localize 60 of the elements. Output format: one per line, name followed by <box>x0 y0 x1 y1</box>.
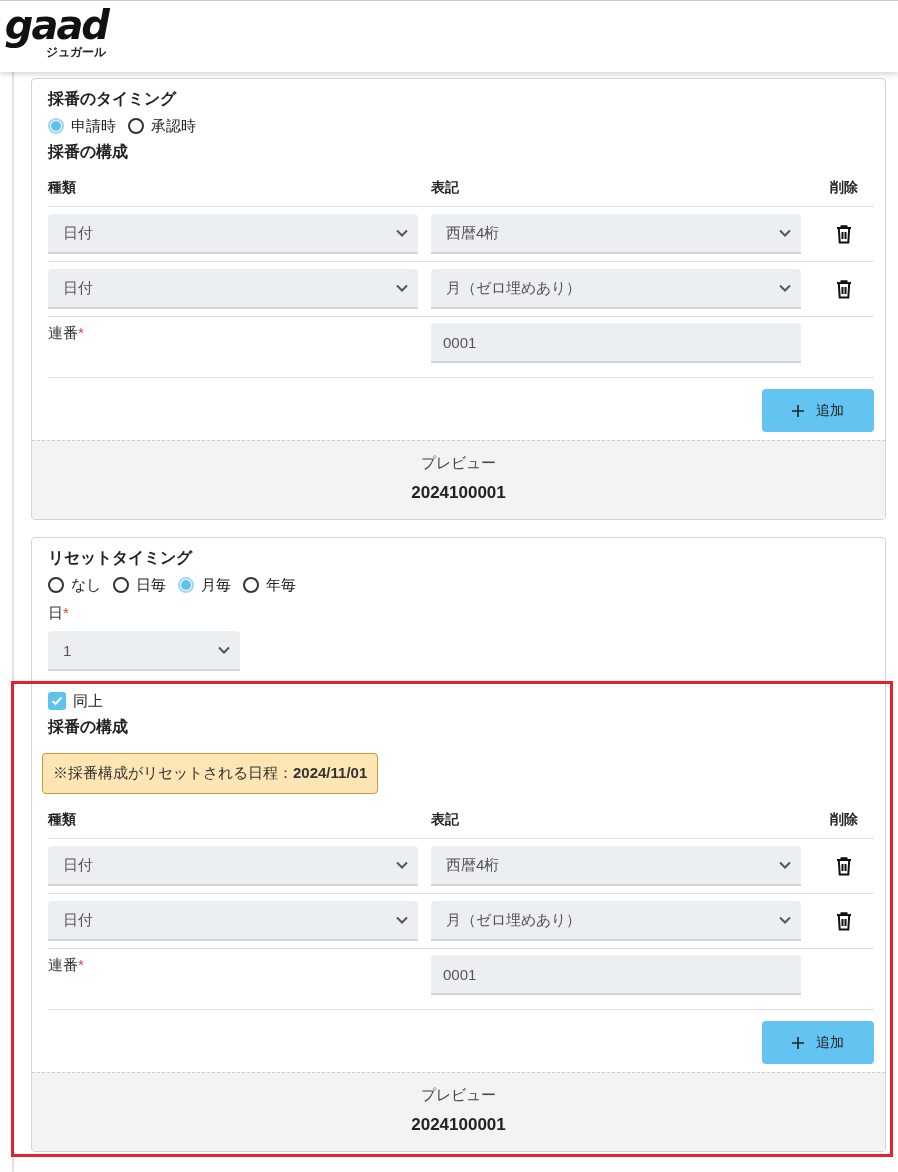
radio-button[interactable] <box>113 577 129 593</box>
trash-icon[interactable] <box>836 279 852 299</box>
add-button[interactable]: 追加 <box>762 389 874 432</box>
section-title: 採番の構成 <box>48 142 129 162</box>
column-header: 種類 <box>48 810 77 828</box>
column-header: 表記 <box>431 810 460 828</box>
type-select[interactable]: 日付 <box>48 846 418 886</box>
chevron-down-icon <box>218 646 230 654</box>
preview-value: 2024100001 <box>411 1114 506 1136</box>
section-title: 採番の構成 <box>48 717 129 737</box>
chevron-down-icon <box>396 916 408 924</box>
preview-label: プレビュー <box>421 1085 496 1105</box>
serial-input[interactable]: 0001 <box>431 955 801 995</box>
field-label: 連番* <box>48 323 85 343</box>
check-icon <box>51 696 63 706</box>
column-header: 削除 <box>830 178 858 196</box>
trash-icon[interactable] <box>836 911 852 931</box>
radio-button[interactable] <box>128 118 144 134</box>
radio-label: なし <box>71 575 101 595</box>
serial-input[interactable]: 0001 <box>431 323 801 363</box>
checkbox[interactable] <box>48 692 66 710</box>
radio-label: 月毎 <box>201 575 231 595</box>
day-select[interactable]: 1 <box>48 631 240 671</box>
section-title: 採番のタイミング <box>48 89 178 109</box>
column-header: 削除 <box>830 810 858 828</box>
chevron-down-icon <box>396 861 408 869</box>
column-header: 表記 <box>431 178 460 196</box>
notice-banner: ※採番構成がリセットされる日程：2024/11/01 <box>42 753 379 794</box>
radio-label: 年毎 <box>266 575 296 595</box>
column-header: 種類 <box>48 178 77 196</box>
preview-value: 2024100001 <box>411 482 506 504</box>
section-title: リセットタイミング <box>48 548 194 568</box>
plus-icon <box>792 1036 804 1049</box>
chevron-down-icon <box>779 229 791 237</box>
chevron-down-icon <box>396 284 408 292</box>
field-label: 日* <box>48 603 70 623</box>
radio-label: 日毎 <box>136 575 166 595</box>
radio-button[interactable] <box>48 577 64 593</box>
format-select[interactable]: 西暦4桁 <box>431 214 801 254</box>
field-label: 連番* <box>48 955 85 975</box>
chevron-down-icon <box>396 229 408 237</box>
logo-subtext: ジュガール <box>46 45 106 59</box>
trash-icon[interactable] <box>836 224 852 244</box>
format-select[interactable]: 西暦4桁 <box>431 846 801 886</box>
type-select[interactable]: 日付 <box>48 901 418 941</box>
radio-label: 承認時 <box>151 116 196 136</box>
plus-icon <box>792 404 804 417</box>
chevron-down-icon <box>779 284 791 292</box>
format-select[interactable]: 月（ゼロ埋めあり） <box>431 901 801 941</box>
trash-icon[interactable] <box>836 856 852 876</box>
preview-label: プレビュー <box>421 453 496 473</box>
radio-button[interactable] <box>243 577 259 593</box>
chevron-down-icon <box>779 916 791 924</box>
type-select[interactable]: 日付 <box>48 214 418 254</box>
format-select[interactable]: 月（ゼロ埋めあり） <box>431 269 801 309</box>
add-button[interactable]: 追加 <box>762 1021 874 1064</box>
radio-label: 申請時 <box>71 116 116 136</box>
type-select[interactable]: 日付 <box>48 269 418 309</box>
chevron-down-icon <box>779 861 791 869</box>
checkbox-label: 同上 <box>73 691 103 711</box>
